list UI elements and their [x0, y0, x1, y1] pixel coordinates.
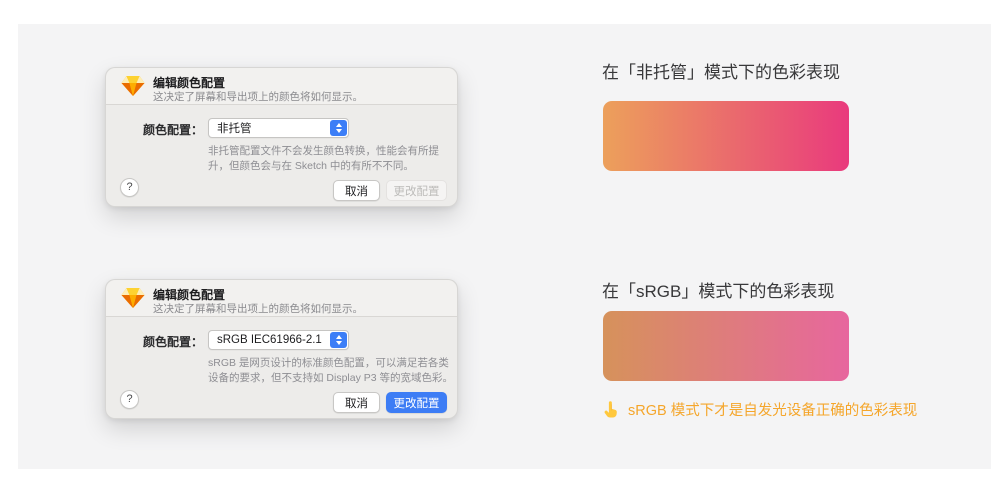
- dialog-subtitle: 这决定了屏幕和导出项上的颜色将如何显示。: [153, 89, 363, 104]
- dropdown-selected-value: 非托管: [217, 120, 252, 136]
- dialog-actions: 取消 更改配置: [333, 180, 447, 201]
- preview-heading-unmanaged: 在「非托管」模式下的色彩表现: [602, 58, 840, 83]
- dropdown-stepper-icon: [330, 120, 347, 136]
- color-profile-dialog-unmanaged: 编辑颜色配置 这决定了屏幕和导出项上的颜色将如何显示。 颜色配置： 非托管 非托…: [105, 67, 458, 207]
- change-profile-button[interactable]: 更改配置: [386, 392, 447, 413]
- sketch-app-icon: [121, 287, 145, 309]
- dialog-actions: 取消 更改配置: [333, 392, 447, 413]
- color-profile-field-label: 颜色配置：: [106, 333, 203, 350]
- dialog-subtitle: 这决定了屏幕和导出项上的颜色将如何显示。: [153, 301, 363, 316]
- gradient-swatch-srgb: [603, 311, 849, 381]
- color-profile-field-label: 颜色配置：: [106, 121, 203, 138]
- color-profile-dialog-srgb: 编辑颜色配置 这决定了屏幕和导出项上的颜色将如何显示。 颜色配置： sRGB I…: [105, 279, 458, 419]
- note-text: sRGB 模式下才是自发光设备正确的色彩表现: [628, 399, 917, 420]
- help-button[interactable]: ?: [120, 178, 139, 197]
- color-profile-dropdown[interactable]: sRGB IEC61966-2.1: [208, 330, 349, 350]
- preview-heading-srgb: 在「sRGB」模式下的色彩表现: [602, 277, 834, 302]
- content-panel: 编辑颜色配置 这决定了屏幕和导出项上的颜色将如何显示。 颜色配置： 非托管 非托…: [18, 24, 991, 469]
- dialog-header: 编辑颜色配置 这决定了屏幕和导出项上的颜色将如何显示。: [106, 280, 457, 317]
- change-profile-button[interactable]: 更改配置: [386, 180, 447, 201]
- dropdown-selected-value: sRGB IEC61966-2.1: [217, 334, 322, 346]
- profile-description: sRGB 是网页设计的标准颜色配置，可以满足若各类设备的要求，但不支持如 Dis…: [208, 356, 454, 386]
- page: 编辑颜色配置 这决定了屏幕和导出项上的颜色将如何显示。 颜色配置： 非托管 非托…: [0, 0, 1000, 488]
- cancel-button[interactable]: 取消: [333, 392, 380, 413]
- profile-description: 非托管配置文件不会发生颜色转换，性能会有所提升，但颜色会与在 Sketch 中的…: [208, 144, 454, 174]
- srgb-note: sRGB 模式下才是自发光设备正确的色彩表现: [602, 399, 917, 420]
- dropdown-stepper-icon: [330, 332, 347, 348]
- backhand-index-pointing-up-icon: [602, 401, 619, 418]
- sketch-app-icon: [121, 75, 145, 97]
- gradient-swatch-unmanaged: [603, 101, 849, 171]
- cancel-button[interactable]: 取消: [333, 180, 380, 201]
- color-profile-dropdown[interactable]: 非托管: [208, 118, 349, 138]
- help-button[interactable]: ?: [120, 390, 139, 409]
- dialog-header: 编辑颜色配置 这决定了屏幕和导出项上的颜色将如何显示。: [106, 68, 457, 105]
